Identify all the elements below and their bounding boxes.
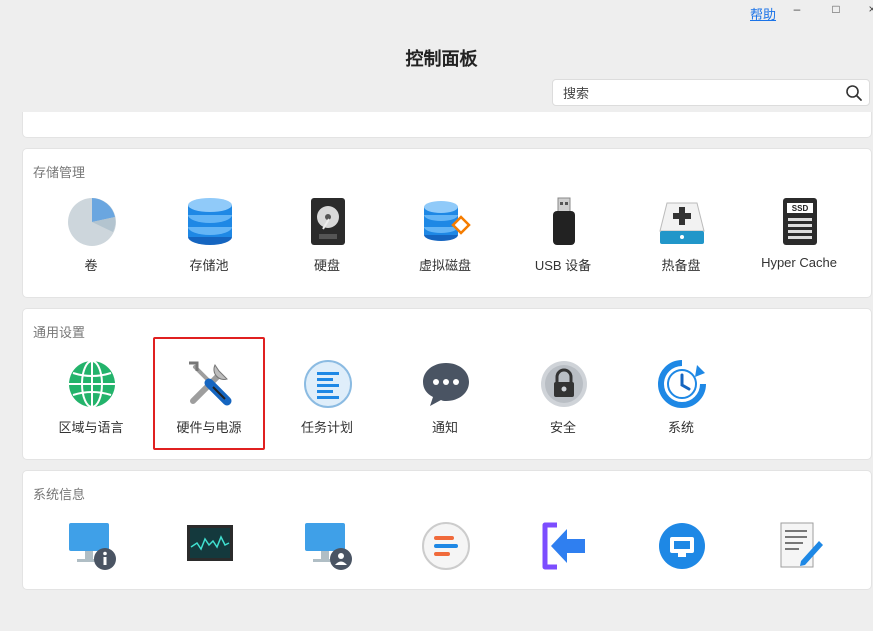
network-icon xyxy=(659,523,705,569)
search-box[interactable] xyxy=(552,79,870,106)
chat-bubble-icon xyxy=(423,363,469,406)
hard-disk-item[interactable]: 硬盘 xyxy=(268,197,386,307)
storage-section-title: 存储管理 xyxy=(33,165,86,180)
storage-pool-item[interactable]: 存储池 xyxy=(150,197,268,307)
system-info-section: 系统信息 xyxy=(22,470,872,590)
storage-pool-label: 存储池 xyxy=(189,258,229,273)
online-users-item[interactable] xyxy=(268,521,386,631)
minimize-button[interactable]: – xyxy=(789,2,805,16)
monitor-user-icon xyxy=(305,523,352,570)
network-item[interactable] xyxy=(622,521,740,631)
close-button[interactable]: × xyxy=(864,2,873,16)
document-edit-icon xyxy=(780,522,823,568)
log-item[interactable] xyxy=(386,521,504,631)
page-title: 控制面板 xyxy=(405,49,478,69)
login-history-item[interactable] xyxy=(504,521,622,631)
usb-device-item[interactable]: USB 设备 xyxy=(504,197,622,307)
help-link[interactable]: 帮助 xyxy=(750,4,776,23)
clock-refresh-icon xyxy=(658,360,706,408)
security-item[interactable]: 安全 xyxy=(504,359,622,469)
previous-section-panel xyxy=(22,112,872,138)
login-arrow-icon xyxy=(542,522,585,570)
globe-icon xyxy=(69,360,115,408)
lock-icon xyxy=(541,361,587,407)
search-input[interactable] xyxy=(561,83,835,104)
storage-pool-icon xyxy=(188,198,232,245)
hot-spare-icon xyxy=(659,202,705,244)
hard-disk-icon xyxy=(311,198,345,245)
system-status-item[interactable] xyxy=(32,521,150,631)
title-bar: 帮助 – □ × xyxy=(0,0,873,26)
resource-monitor-icon xyxy=(187,525,233,561)
hard-disk-label: 硬盘 xyxy=(313,258,340,273)
task-scheduler-item[interactable]: 任务计划 xyxy=(268,359,386,469)
resource-monitor-item[interactable] xyxy=(150,521,268,631)
usb-device-label: USB 设备 xyxy=(534,258,592,273)
system-info-section-title: 系统信息 xyxy=(33,487,86,502)
usb-icon xyxy=(553,197,575,245)
maximize-button[interactable]: □ xyxy=(828,2,844,16)
svg-text:SSD: SSD xyxy=(792,204,809,213)
task-list-icon xyxy=(304,360,352,408)
region-language-label: 区域与语言 xyxy=(58,420,124,435)
ssd-icon: SSD xyxy=(783,198,817,245)
security-label: 安全 xyxy=(549,420,576,435)
task-scheduler-label: 任务计划 xyxy=(300,420,353,435)
notification-label: 通知 xyxy=(431,420,458,435)
system-item[interactable]: 系统 xyxy=(622,359,740,469)
general-section-title: 通用设置 xyxy=(33,325,86,340)
volume-label: 卷 xyxy=(84,258,98,273)
selection-highlight xyxy=(153,337,265,450)
hyper-cache-label: Hyper Cache xyxy=(761,255,837,270)
log-icon xyxy=(422,522,470,570)
document-edit-item[interactable] xyxy=(740,521,858,631)
storage-section: 存储管理 卷 存储池 硬盘 虚拟磁盘 USB 设备 热备盘 SSD Hyper … xyxy=(22,148,872,298)
volume-item[interactable]: 卷 xyxy=(32,197,150,307)
hot-spare-label: 热备盘 xyxy=(661,258,701,273)
region-language-item[interactable]: 区域与语言 xyxy=(32,359,150,469)
volume-pie-icon xyxy=(68,198,116,246)
search-icon[interactable] xyxy=(845,84,863,102)
virtual-disk-item[interactable]: 虚拟磁盘 xyxy=(386,197,504,307)
system-label: 系统 xyxy=(667,420,694,435)
monitor-info-icon xyxy=(69,523,116,570)
general-section: 通用设置 区域与语言 硬件与电源 任务计划 通知 安全 系统 xyxy=(22,308,872,460)
notification-item[interactable]: 通知 xyxy=(386,359,504,469)
virtual-disk-icon xyxy=(424,201,471,241)
virtual-disk-label: 虚拟磁盘 xyxy=(418,258,471,273)
hot-spare-item[interactable]: 热备盘 xyxy=(622,197,740,307)
hyper-cache-item[interactable]: SSD Hyper Cache xyxy=(740,197,858,307)
